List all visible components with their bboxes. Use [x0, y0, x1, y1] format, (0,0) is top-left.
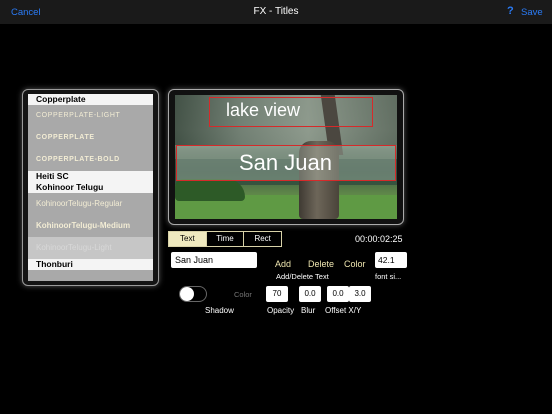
- font-family-copperplate[interactable]: Copperplate: [28, 94, 153, 105]
- font-family-thonburi[interactable]: Thonburi: [28, 259, 153, 270]
- font-item-copperplate[interactable]: Copperplate: [28, 127, 153, 149]
- font-item-copperplate-light[interactable]: Copperplate-Light: [28, 105, 153, 127]
- help-icon[interactable]: ?: [507, 5, 519, 19]
- title-overlay-2-text: San Juan: [239, 150, 332, 175]
- font-item-kohinoortelugu-light[interactable]: KohinoorTelugu-Light: [28, 237, 153, 259]
- title-overlay-1[interactable]: lake view: [209, 97, 373, 127]
- title-overlay-2[interactable]: San Juan: [176, 145, 396, 181]
- shadow-color-button[interactable]: Color: [234, 290, 252, 299]
- font-list[interactable]: Copperplate Copperplate-Light Copperplat…: [28, 94, 153, 281]
- title-text-input[interactable]: San Juan: [171, 252, 257, 268]
- toggle-knob: [180, 287, 194, 301]
- offset-label: Offset X/Y: [325, 306, 362, 315]
- font-picker: Copperplate Copperplate-Light Copperplat…: [22, 89, 159, 286]
- tab-text[interactable]: Text: [169, 232, 206, 246]
- video-preview[interactable]: lake view San Juan: [175, 95, 397, 219]
- save-button[interactable]: Save: [521, 7, 543, 18]
- shadow-label: Shadow: [205, 306, 234, 315]
- nav-bar: Cancel FX - Titles ? Save: [0, 0, 552, 24]
- font-item-kohinoortelugu-medium[interactable]: KohinoorTelugu-Medium: [28, 215, 153, 237]
- shadow-blur-input[interactable]: 0.0: [299, 286, 321, 302]
- font-size-input[interactable]: 42.1: [375, 252, 407, 268]
- font-item-kohinoortelugu-regular[interactable]: KohinoorTelugu-Regular: [28, 193, 153, 215]
- font-family-kohinoor-telugu[interactable]: Kohinoor Telugu: [28, 182, 153, 193]
- tab-time[interactable]: Time: [205, 232, 244, 246]
- title-overlay-1-text: lake view: [226, 100, 301, 120]
- add-text-button[interactable]: Add: [275, 259, 291, 269]
- video-preview-frame: lake view San Juan: [168, 89, 404, 225]
- shadow-offset-y-input[interactable]: 3.0: [349, 286, 371, 302]
- blur-label: Blur: [301, 306, 316, 315]
- page-title: FX - Titles: [253, 6, 299, 17]
- font-size-label: font si...: [375, 272, 402, 281]
- shadow-toggle[interactable]: [179, 286, 207, 302]
- shadow-offset-x-input[interactable]: 0.0: [327, 286, 349, 302]
- add-delete-label: Add/Delete Text: [276, 272, 329, 281]
- text-color-button[interactable]: Color: [344, 259, 366, 269]
- tab-rect[interactable]: Rect: [243, 232, 281, 246]
- timecode: 00:00:02:25: [355, 234, 403, 244]
- opacity-label: Opacity: [267, 306, 295, 315]
- preview-bush: [175, 179, 245, 201]
- delete-text-button[interactable]: Delete: [308, 259, 334, 269]
- font-item-copperplate-bold[interactable]: Copperplate-Bold: [28, 149, 153, 171]
- shadow-opacity-input[interactable]: 70: [266, 286, 288, 302]
- font-family-heiti-sc[interactable]: Heiti SC: [28, 171, 153, 182]
- mode-segmented-control: Text Time Rect: [168, 231, 282, 247]
